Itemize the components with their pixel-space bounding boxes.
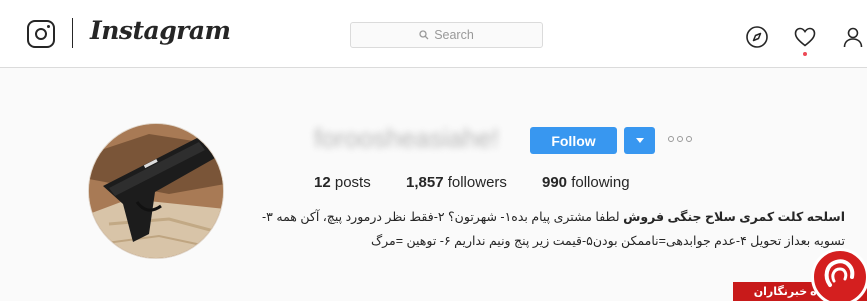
logo-divider <box>72 18 73 48</box>
following-count: 990 <box>542 174 568 191</box>
chevron-down-icon <box>635 138 644 143</box>
search-placeholder: Search <box>434 28 474 42</box>
following-label: following <box>571 174 630 191</box>
posts-count: 12 <box>314 174 331 191</box>
compass-icon[interactable] <box>745 25 769 49</box>
search-input[interactable]: Search <box>350 22 543 48</box>
watermark-logo <box>811 248 867 301</box>
pistol-photo <box>89 124 223 258</box>
profile-avatar[interactable] <box>88 123 224 259</box>
top-nav-bar: Instagram Search <box>0 0 867 68</box>
followers-stat[interactable]: 1,857 followers <box>406 174 507 191</box>
user-icon[interactable] <box>841 25 865 49</box>
bio-line-2: تسویه بعداز تحویل ۴-عدم جوابدهی=ناممکن ب… <box>370 234 845 248</box>
more-options-icon[interactable] <box>668 136 692 142</box>
profile-username: foroosheasiahe! <box>314 123 500 153</box>
following-stat[interactable]: 990 following <box>542 174 630 191</box>
follow-button[interactable]: Follow <box>530 127 617 154</box>
bio-text-1: لطفا مشتری پیام بده۱- شهرتون؟ ۲-فقط نظر … <box>262 210 624 224</box>
watermark-logo-icon <box>824 259 855 287</box>
bio-line-1: اسلحه کلت کمری سلاح جنگی فروش لطفا مشتری… <box>262 209 845 224</box>
notification-dot <box>803 52 807 56</box>
followers-label: followers <box>447 174 507 191</box>
heart-icon[interactable] <box>793 25 817 49</box>
bio-name: اسلحه کلت کمری سلاح جنگی فروش <box>623 210 845 224</box>
instagram-wordmark[interactable]: Instagram <box>90 16 231 45</box>
posts-stat: 12 posts <box>314 174 371 191</box>
followers-count: 1,857 <box>406 174 444 191</box>
suggestions-dropdown-button[interactable] <box>624 127 655 154</box>
instagram-camera-icon[interactable] <box>27 20 55 48</box>
search-icon <box>419 30 429 40</box>
posts-label: posts <box>334 174 371 191</box>
